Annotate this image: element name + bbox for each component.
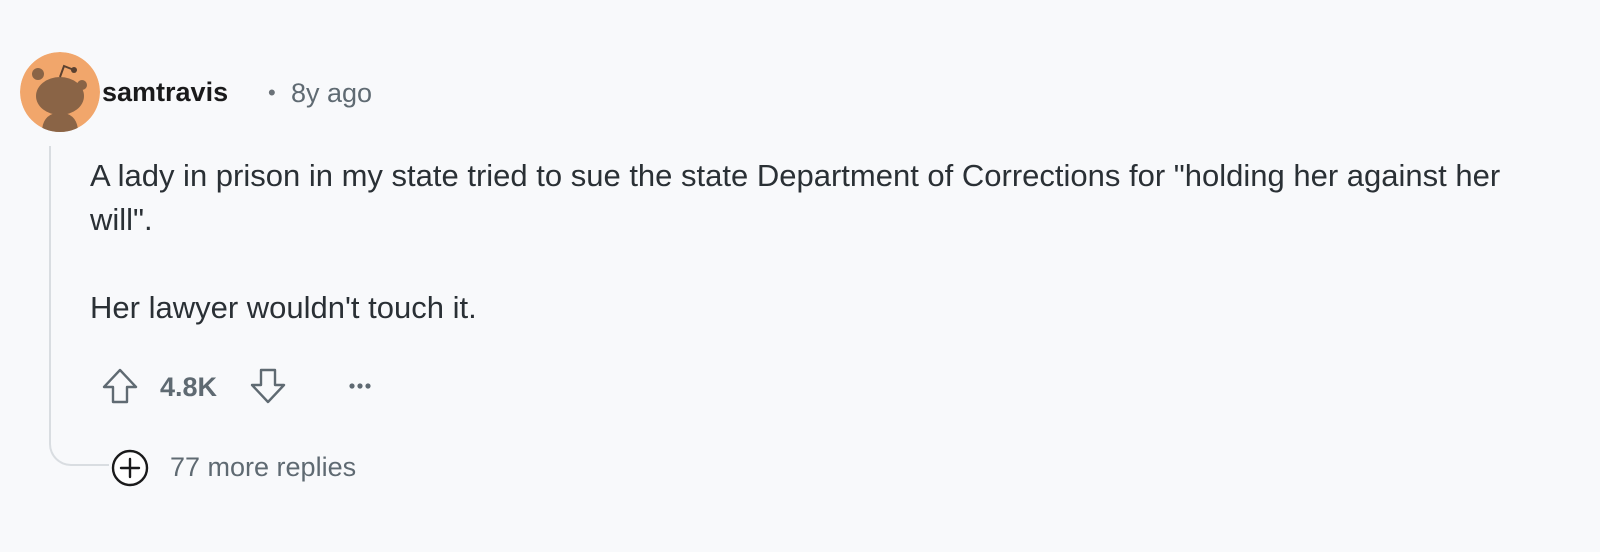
username-link[interactable]: samtravis	[102, 76, 228, 108]
upvote-arrow-icon	[102, 368, 138, 404]
meta-separator: •	[268, 80, 276, 105]
comment-paragraph: Her lawyer wouldn't touch it.	[90, 290, 477, 325]
more-replies-label: 77 more replies	[170, 452, 357, 482]
downvote-button[interactable]	[248, 366, 288, 406]
comment-timestamp[interactable]: 8y ago	[291, 76, 372, 110]
plus-circle-icon	[111, 449, 149, 487]
comment: samtravis • 8y ago A lady in prison in m…	[0, 0, 1600, 552]
more-options-button[interactable]	[340, 364, 380, 404]
downvote-arrow-icon	[250, 368, 286, 404]
avatar[interactable]	[20, 52, 100, 132]
ellipsis-icon	[349, 383, 371, 389]
comment-paragraph: A lady in prison in my state tried to su…	[90, 158, 1501, 237]
vote-score: 4.8K	[160, 372, 218, 402]
snoo-avatar-icon	[20, 52, 100, 132]
upvote-button[interactable]	[100, 366, 140, 406]
comment-body: A lady in prison in my state tried to su…	[90, 154, 1570, 330]
